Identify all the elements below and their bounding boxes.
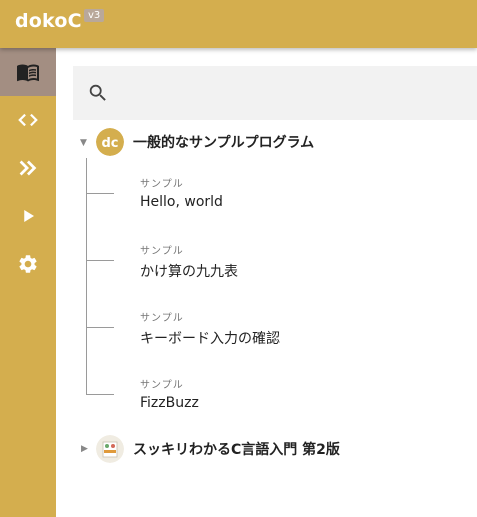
search-input[interactable] xyxy=(73,66,477,120)
item-type-label: サンプル xyxy=(140,313,184,324)
svg-text:dc: dc xyxy=(101,136,118,151)
double-chevron-right-icon xyxy=(19,160,37,176)
main-panel: ▼ dc 一般的なサンプルプログラム サンプル Hello, world サンプ… xyxy=(56,48,477,517)
tree-branch xyxy=(86,260,114,261)
group-title-general[interactable]: 一般的なサンプルプログラム xyxy=(133,132,314,152)
item-type-label: サンプル xyxy=(140,179,184,190)
gear-icon xyxy=(19,255,37,273)
search-icon xyxy=(89,84,106,101)
group-title-book[interactable]: スッキリわかるC言語入門 第2版 xyxy=(133,439,340,459)
app-window: dokoC v3 ▼ dc 一般的なサンプルプログラム サンプル Hello, … xyxy=(0,0,477,517)
list-item[interactable]: かけ算の九九表 xyxy=(140,261,238,281)
dokoc-logo-icon: dc xyxy=(96,128,124,156)
item-type-label: サンプル xyxy=(140,380,184,391)
tree-branch xyxy=(86,193,114,194)
tree-branch xyxy=(86,327,114,328)
list-item[interactable]: Hello, world xyxy=(140,194,223,210)
app-title: dokoC xyxy=(15,10,82,32)
sidebar-item-code[interactable] xyxy=(0,96,56,144)
book-cover-icon xyxy=(96,435,124,463)
sidebar xyxy=(0,48,56,517)
list-item[interactable]: キーボード入力の確認 xyxy=(140,328,280,348)
code-icon xyxy=(18,113,38,127)
sidebar-item-next[interactable] xyxy=(0,144,56,192)
item-type-label: サンプル xyxy=(140,246,184,257)
play-icon xyxy=(24,210,34,222)
list-item[interactable]: FizzBuzz xyxy=(140,395,199,411)
version-badge: v3 xyxy=(84,9,105,22)
app-header: dokoC v3 xyxy=(0,0,477,48)
book-icon xyxy=(17,64,39,82)
sidebar-item-samples[interactable] xyxy=(0,48,56,96)
caret-down-icon[interactable]: ▼ xyxy=(80,138,87,148)
tree-branch xyxy=(86,394,114,395)
sidebar-item-settings[interactable] xyxy=(0,240,56,288)
sidebar-item-run[interactable] xyxy=(0,192,56,240)
caret-right-icon[interactable]: ▶ xyxy=(81,444,88,454)
